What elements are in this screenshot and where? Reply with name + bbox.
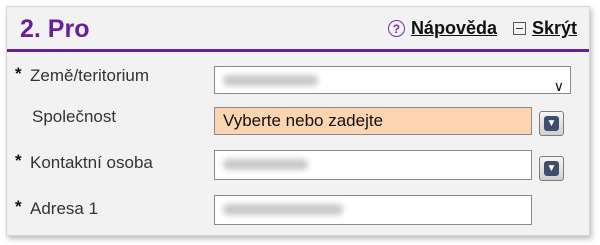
contact-dropdown-button[interactable]: ▼	[539, 156, 564, 181]
company-row: Společnost Vyberte nebo zadejte ▼	[7, 104, 589, 144]
required-marker: *	[15, 64, 22, 83]
country-label: Země/teritorium	[30, 66, 150, 85]
company-dropdown-button[interactable]: ▼	[539, 111, 564, 136]
chevron-down-icon: ▼	[544, 161, 559, 176]
address1-input[interactable]	[214, 195, 532, 225]
contact-label: Kontaktní osoba	[30, 153, 153, 172]
obscured-value	[223, 75, 318, 87]
contact-row: * Kontaktní osoba ▼	[7, 147, 589, 187]
country-select[interactable]: ∨	[214, 66, 571, 94]
required-marker: *	[15, 197, 22, 216]
company-input[interactable]: Vyberte nebo zadejte	[214, 107, 532, 135]
collapse-icon[interactable]	[512, 22, 526, 35]
section-header: 2. Pro ? Nápověda Skrýt	[7, 7, 589, 52]
country-row: * Země/teritorium ∨	[7, 62, 589, 102]
obscured-value	[223, 159, 308, 171]
section-title: 2. Pro	[20, 15, 90, 43]
chevron-down-icon: ∨	[553, 78, 564, 94]
chevron-down-icon: ▼	[544, 116, 559, 131]
header-links: ? Nápověda Skrýt	[387, 18, 577, 39]
obscured-value	[223, 204, 343, 216]
company-label: Společnost	[32, 107, 117, 126]
help-icon[interactable]: ?	[387, 20, 405, 37]
contact-input[interactable]	[214, 150, 532, 180]
address1-label: Adresa 1	[30, 199, 99, 218]
help-link[interactable]: Nápověda	[411, 18, 497, 39]
hide-link[interactable]: Skrýt	[532, 18, 577, 39]
section-panel: 2. Pro ? Nápověda Skrýt * Země/teritoriu…	[6, 6, 590, 236]
required-marker: *	[15, 151, 22, 170]
address1-row: * Adresa 1	[7, 192, 589, 232]
